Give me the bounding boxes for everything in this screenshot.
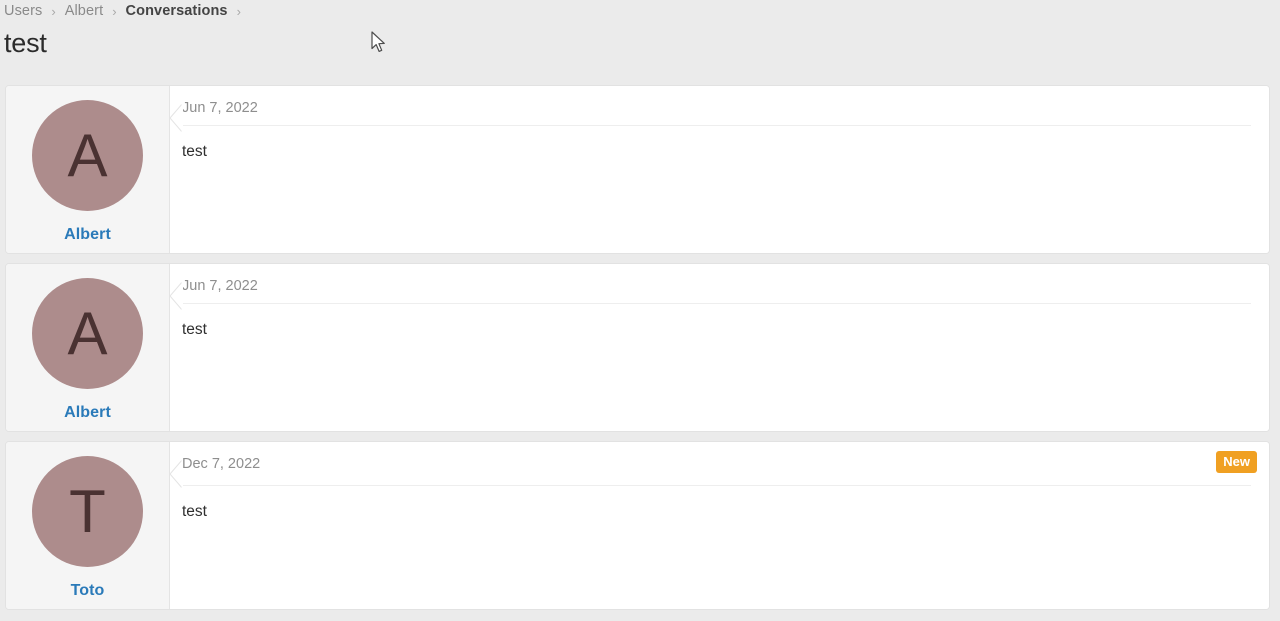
chevron-right-icon: › [236,3,241,19]
message-panel: Jun 7, 2022 test [170,264,1269,431]
message-date: Jun 7, 2022 [182,100,258,116]
status-badge-new: New [1216,451,1257,473]
mouse-cursor [371,31,385,52]
author-name-link[interactable]: Toto [71,582,105,600]
breadcrumb: Users › Albert › Conversations › [4,0,250,22]
message-header: Jun 7, 2022 [182,100,1251,126]
avatar-panel: A Albert [6,86,170,253]
message-body: test [182,321,207,338]
message-header: Jun 7, 2022 [182,278,1251,304]
avatar: A [32,100,143,211]
message-body: test [182,143,207,160]
conversation-list: A Albert Jun 7, 2022 test A Albert Jun 7… [5,85,1270,619]
breadcrumb-item-albert[interactable]: Albert [65,3,103,19]
breadcrumb-item-conversations[interactable]: Conversations [126,3,228,19]
avatar-panel: A Albert [6,264,170,431]
message-header: Dec 7, 2022 New [182,451,1257,486]
message-date: Jun 7, 2022 [182,278,258,294]
avatar: A [32,278,143,389]
message-panel: Jun 7, 2022 test [170,86,1269,253]
conversation-card[interactable]: T Toto Dec 7, 2022 New test [5,441,1270,610]
message-panel: Dec 7, 2022 New test [170,442,1269,609]
chevron-right-icon: › [51,3,56,19]
message-date: Dec 7, 2022 [182,456,261,472]
page-title: test [4,28,47,58]
author-name-link[interactable]: Albert [64,404,111,422]
conversation-card[interactable]: A Albert Jun 7, 2022 test [5,263,1270,432]
chevron-right-icon: › [112,3,117,19]
avatar: T [32,456,143,567]
conversation-card[interactable]: A Albert Jun 7, 2022 test [5,85,1270,254]
avatar-panel: T Toto [6,442,170,609]
breadcrumb-item-users[interactable]: Users [4,3,42,19]
message-body: test [182,503,207,520]
author-name-link[interactable]: Albert [64,226,111,244]
